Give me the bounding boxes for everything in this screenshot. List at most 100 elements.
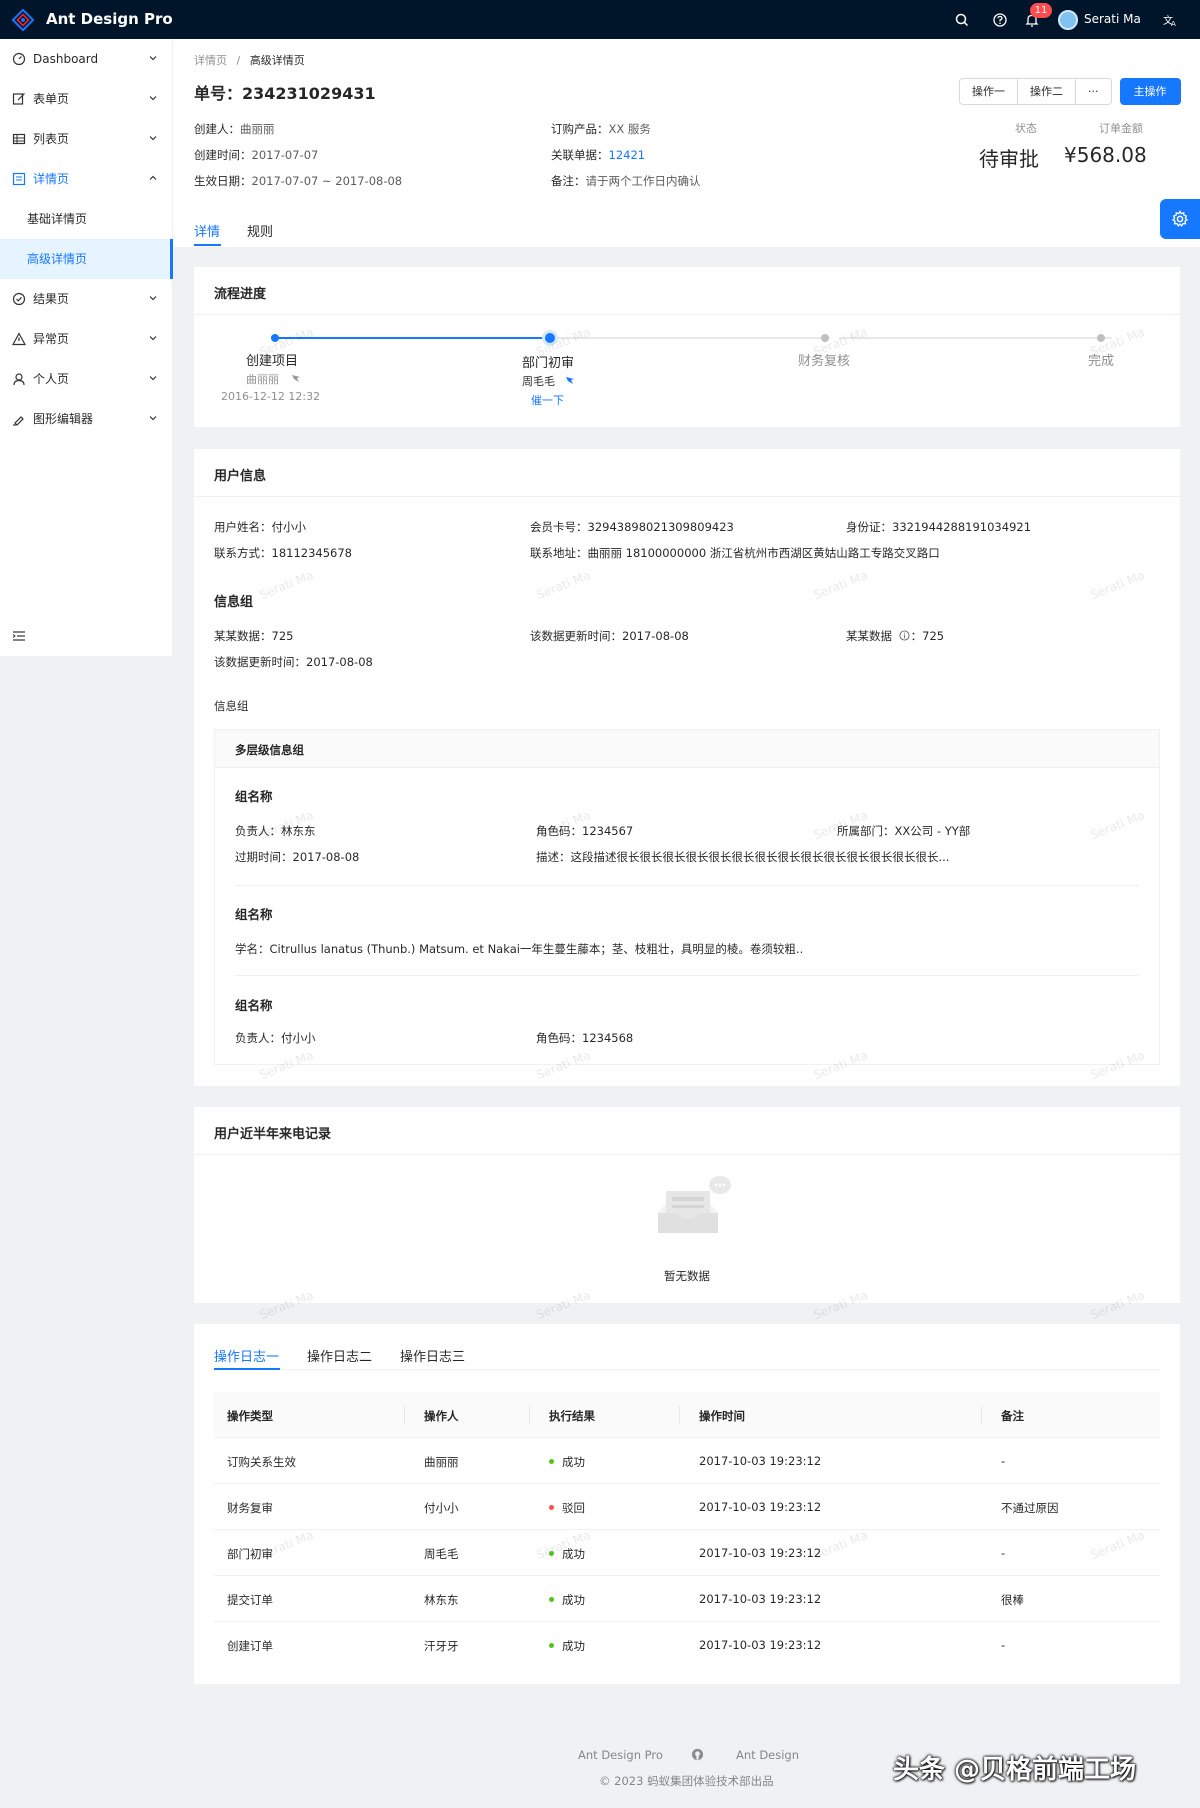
cell-result: 成功 (549, 1546, 585, 1562)
desc-note: 备注：请于两个工作日内确认 (551, 173, 701, 189)
desc-key: 关联单据： (551, 148, 609, 162)
result-text: 成功 (562, 1639, 585, 1653)
info-key: 用户姓名： (214, 520, 272, 534)
dashboard-icon (12, 52, 26, 66)
sidebar-item-editor[interactable]: 图形编辑器 (0, 399, 173, 439)
info-key: 某某数据 (846, 629, 892, 643)
step-person: 周毛毛 (522, 373, 575, 389)
sidebar-item-form[interactable]: 表单页 (0, 79, 173, 119)
info-key: 描述： (536, 850, 571, 864)
table-row: 订购关系生效 曲丽丽 成功 2017-10-03 19:23:12 - (214, 1438, 1160, 1484)
inner-card-title: 多层级信息组 (235, 743, 304, 757)
dingding-icon[interactable] (291, 373, 301, 383)
info-address: 联系地址：曲丽丽 18100000000 浙江省杭州市西湖区黄姑山路工专路交叉路… (530, 545, 940, 561)
help-icon[interactable] (992, 12, 1008, 28)
empty-text: 暂无数据 (664, 1269, 710, 1283)
info-value: XX公司 - YY部 (894, 824, 971, 838)
step-line (840, 337, 1112, 339)
sidebar-item-label: 异常页 (33, 332, 70, 346)
tab-log-2[interactable]: 操作日志二 (307, 1346, 372, 1365)
desc-key: 生效日期： (194, 174, 252, 188)
username[interactable]: Serati Ma (1084, 12, 1141, 26)
cell-note: - (1001, 1454, 1006, 1468)
notification-badge: 11 (1030, 3, 1052, 18)
cell-operator: 曲丽丽 (424, 1455, 459, 1469)
info-value: 曲丽丽 18100000000 浙江省杭州市西湖区黄姑山路工专路交叉路口 (587, 546, 940, 560)
settings-drawer-button[interactable] (1160, 199, 1200, 239)
tab-log-3[interactable]: 操作日志三 (400, 1346, 465, 1365)
footer-link-pro[interactable]: Ant Design Pro (578, 1748, 663, 1762)
group-title: 组名称 (235, 789, 273, 804)
tab-rules[interactable]: 规则 (247, 221, 273, 240)
desc-key: 创建人： (194, 122, 240, 136)
github-icon[interactable] (691, 1748, 704, 1761)
sidebar-item-result[interactable]: 结果页 (0, 279, 173, 319)
sidebar-item-label: 图形编辑器 (33, 412, 94, 426)
breadcrumb-parent[interactable]: 详情页 (194, 54, 227, 67)
info-key: 联系地址： (530, 546, 588, 560)
sidebar: Dashboard 表单页 列表页 详情页 基础详情页 高级详情页 结果页 异常… (0, 39, 173, 661)
cell-note: 不通过原因 (1001, 1501, 1059, 1515)
avatar[interactable] (1058, 10, 1078, 30)
info-key: 所属部门： (837, 824, 895, 838)
column-header[interactable]: 操作类型 (227, 1408, 273, 1424)
top-header: Ant Design Pro 11 Serati Ma 文A (0, 0, 1200, 39)
step-person: 曲丽丽 (246, 371, 301, 387)
urge-link[interactable]: 催一下 (531, 392, 564, 408)
info-phone: 联系方式：18112345678 (214, 545, 352, 561)
column-header[interactable]: 执行结果 (549, 1408, 595, 1424)
tab-detail[interactable]: 详情 (194, 221, 220, 240)
user-info-card: 用户信息 用户姓名：付小小 会员卡号：32943898021309809423 … (194, 449, 1180, 1086)
op1-button[interactable]: 操作一 (959, 78, 1018, 105)
column-header[interactable]: 操作人 (424, 1408, 459, 1424)
menu-fold-icon[interactable] (12, 629, 26, 643)
chevron-down-icon (149, 56, 157, 61)
info-value: 3321944288191034921 (892, 520, 1032, 534)
desc-ref: 关联单据：12421 (551, 147, 645, 163)
primary-action-button[interactable]: 主操作 (1119, 78, 1181, 105)
info-data1: 某某数据：725 (214, 628, 293, 644)
ref-link[interactable]: 12421 (609, 148, 646, 162)
dingding-icon[interactable] (565, 375, 575, 385)
sidebar-item-detail[interactable]: 详情页 (0, 159, 173, 199)
info-value: 2017-08-08 (292, 850, 360, 864)
sidebar-item-exception[interactable]: 异常页 (0, 319, 173, 359)
search-icon[interactable] (954, 12, 970, 28)
breadcrumb: 详情页 / 高级详情页 (194, 52, 305, 68)
desc-effective: 生效日期：2017-07-07 ~ 2017-08-08 (194, 173, 402, 189)
info-key: 角色码： (536, 824, 582, 838)
sidebar-item-advanced-detail[interactable]: 高级详情页 (0, 239, 173, 279)
language-icon[interactable]: 文A (1162, 12, 1178, 28)
cell-type: 订购关系生效 (227, 1455, 296, 1469)
sidebar-item-list[interactable]: 列表页 (0, 119, 173, 159)
app-title[interactable]: Ant Design Pro (46, 10, 173, 28)
sidebar-divider (0, 660, 173, 661)
g1-owner: 负责人：林东东 (235, 823, 316, 839)
sidebar-item-dashboard[interactable]: Dashboard (0, 39, 173, 79)
action-buttons: 操作一 操作二 ··· 主操作 (959, 78, 1181, 105)
info-circle-icon[interactable] (899, 630, 910, 641)
table-icon (12, 133, 26, 145)
multi-level-group: 多层级信息组 组名称 负责人：林东东 角色码：1234567 所属部门：XX公司… (214, 729, 1160, 1065)
chevron-up-icon (149, 175, 157, 180)
highlight-icon (13, 416, 24, 426)
column-header[interactable]: 备注 (1001, 1408, 1024, 1424)
result-text: 驳回 (562, 1501, 585, 1515)
breadcrumb-current: 高级详情页 (249, 54, 305, 67)
tab-ink-bar (194, 244, 221, 246)
step-title: 财务复核 (798, 354, 851, 369)
column-separator (679, 1406, 680, 1424)
tab-divider (214, 1369, 1160, 1370)
sidebar-item-account[interactable]: 个人页 (0, 359, 173, 399)
column-header[interactable]: 操作时间 (699, 1408, 745, 1424)
sidebar-item-basic-detail[interactable]: 基础详情页 (0, 199, 173, 239)
tab-log-1[interactable]: 操作日志一 (214, 1346, 279, 1365)
footer-link-antd[interactable]: Ant Design (736, 1748, 799, 1762)
more-button[interactable]: ··· (1075, 78, 1112, 105)
ant-design-logo-icon[interactable] (12, 9, 34, 31)
step-person-name: 曲丽丽 (246, 373, 279, 386)
table-row: 部门初审 周毛毛 成功 2017-10-03 19:23:12 - (214, 1530, 1160, 1576)
warning-icon (12, 332, 26, 346)
op2-button[interactable]: 操作二 (1017, 78, 1076, 105)
cell-operator: 林东东 (424, 1593, 459, 1607)
